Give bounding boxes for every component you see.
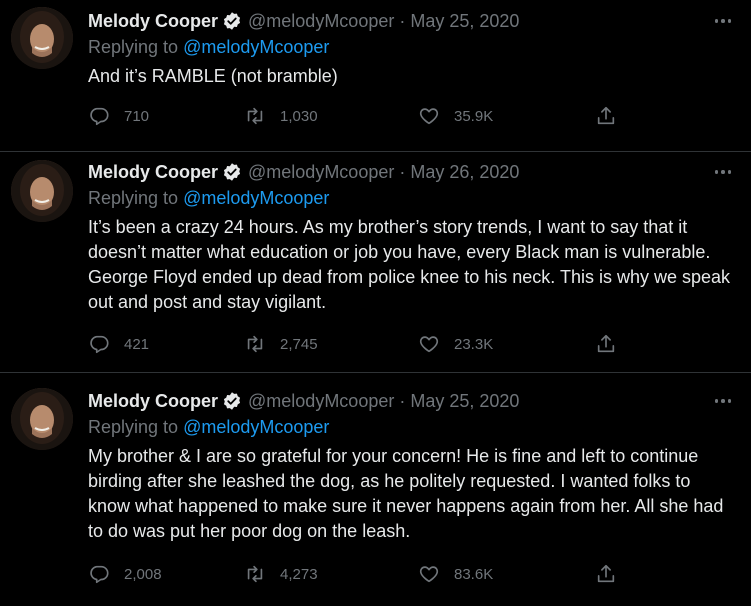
heart-icon: [418, 105, 440, 127]
display-name[interactable]: Melody Cooper: [88, 11, 218, 32]
share-button[interactable]: [595, 562, 617, 586]
more-dots-icon[interactable]: [701, 160, 731, 184]
replying-label: Replying to: [88, 188, 179, 208]
tweet-actions: 2,008 4,273 83.6K: [88, 562, 618, 586]
reply-button[interactable]: 710: [88, 104, 149, 128]
share-button[interactable]: [595, 332, 617, 356]
share-button[interactable]: [595, 104, 617, 128]
tweet-header: Melody Cooper @melodyMcooper · May 25, 2…: [88, 389, 731, 413]
display-name[interactable]: Melody Cooper: [88, 391, 218, 412]
reply-count: 421: [124, 335, 150, 353]
tweet-thread: Melody Cooper @melodyMcooper · May 25, 2…: [0, 0, 751, 606]
retweet-button[interactable]: 2,745: [244, 332, 318, 356]
retweet-count: 4,273: [280, 565, 318, 583]
separator: ·: [399, 10, 406, 31]
tweet[interactable]: Melody Cooper @melodyMcooper · May 26, 2…: [0, 152, 751, 373]
retweet-count: 2,745: [280, 335, 318, 353]
retweet-arrows-icon: [244, 105, 266, 127]
verified-badge-icon: [222, 391, 242, 411]
handle[interactable]: @melodyMcooper: [248, 391, 394, 412]
separator: ·: [399, 390, 406, 411]
timestamp[interactable]: May 25, 2020: [410, 391, 519, 412]
like-button[interactable]: 35.9K: [418, 104, 493, 128]
display-name[interactable]: Melody Cooper: [88, 162, 218, 183]
like-button[interactable]: 23.3K: [418, 332, 493, 356]
tweet[interactable]: Melody Cooper @melodyMcooper · May 25, 2…: [0, 373, 751, 606]
replying-label: Replying to: [88, 37, 179, 57]
handle[interactable]: @melodyMcooper: [248, 11, 394, 32]
like-button[interactable]: 83.6K: [418, 562, 493, 586]
replying-to-link[interactable]: @melodyMcooper: [183, 188, 329, 208]
tweet[interactable]: Melody Cooper @melodyMcooper · May 25, 2…: [0, 0, 751, 152]
timestamp[interactable]: May 26, 2020: [410, 162, 519, 183]
verified-badge-icon: [222, 11, 242, 31]
replying-to-link[interactable]: @melodyMcooper: [183, 37, 329, 57]
tweet-header: Melody Cooper @melodyMcooper · May 26, 2…: [88, 160, 731, 184]
tweet-text: It’s been a crazy 24 hours. As my brothe…: [88, 217, 731, 312]
heart-icon: [418, 563, 440, 585]
reply-button[interactable]: 2,008: [88, 562, 162, 586]
avatar[interactable]: [11, 388, 73, 450]
reply-bubble-icon: [88, 563, 110, 585]
handle[interactable]: @melodyMcooper: [248, 162, 394, 183]
more-dots-icon[interactable]: [701, 389, 731, 413]
like-count: 23.3K: [454, 335, 494, 353]
heart-icon: [418, 333, 440, 355]
tweet-header: Melody Cooper @melodyMcooper · May 25, 2…: [88, 9, 731, 33]
retweet-count: 1,030: [280, 107, 318, 125]
tweet-text: My brother & I are so grateful for your …: [88, 446, 724, 541]
separator: ·: [399, 161, 406, 182]
replying-to: Replying to @melodyMcooper: [88, 188, 731, 210]
like-count: 83.6K: [454, 565, 494, 583]
avatar[interactable]: [11, 160, 73, 222]
share-upload-icon: [595, 105, 617, 127]
reply-count: 710: [124, 107, 150, 125]
timestamp[interactable]: May 25, 2020: [410, 11, 519, 32]
verified-badge-icon: [222, 162, 242, 182]
reply-bubble-icon: [88, 105, 110, 127]
replying-label: Replying to: [88, 417, 179, 437]
avatar[interactable]: [11, 7, 73, 69]
retweet-arrows-icon: [244, 563, 266, 585]
reply-bubble-icon: [88, 333, 110, 355]
retweet-arrows-icon: [244, 333, 266, 355]
tweet-actions: 421 2,745 23.3K: [88, 332, 618, 356]
tweet-text: And it’s RAMBLE (not bramble): [88, 66, 338, 86]
replying-to: Replying to @melodyMcooper: [88, 417, 731, 439]
reply-button[interactable]: 421: [88, 332, 149, 356]
more-dots-icon[interactable]: [701, 9, 731, 33]
replying-to-link[interactable]: @melodyMcooper: [183, 417, 329, 437]
reply-count: 2,008: [124, 565, 162, 583]
retweet-button[interactable]: 1,030: [244, 104, 318, 128]
replying-to: Replying to @melodyMcooper: [88, 37, 731, 59]
like-count: 35.9K: [454, 107, 494, 125]
retweet-button[interactable]: 4,273: [244, 562, 318, 586]
share-upload-icon: [595, 333, 617, 355]
tweet-actions: 710 1,030 35.9K: [88, 104, 618, 128]
share-upload-icon: [595, 563, 617, 585]
